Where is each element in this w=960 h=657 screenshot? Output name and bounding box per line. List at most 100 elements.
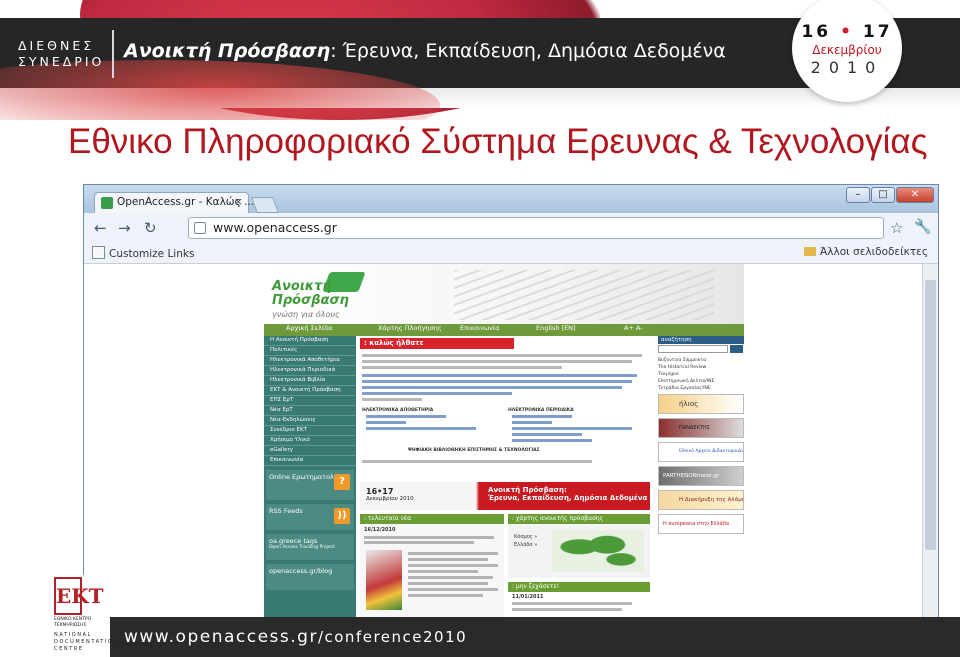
site-header-graphic [454, 270, 714, 320]
conference-name-line2: ΣΥΝΕΔΡΙΟ [18, 54, 105, 69]
link-line[interactable] [362, 392, 512, 395]
bookmark-customize-links[interactable]: Customize Links [92, 246, 194, 260]
side-menu-item[interactable]: eGallery [264, 446, 356, 456]
site-nav-contact[interactable]: Επικοινωνία [460, 324, 499, 332]
latest-news-box: 16/12/2010 [360, 524, 504, 619]
helios-button[interactable]: ήλιος [658, 394, 744, 414]
conference-banner[interactable]: 16•17 Δεκεμβρίου 2010 Ανοικτή Πρόσβαση: Έρ… [360, 482, 650, 510]
welcome-heading: : καλώς ήλθατε [360, 338, 514, 349]
search-go-button[interactable] [730, 345, 743, 353]
other-bookmarks[interactable]: Άλλοι σελιδοδείκτες [804, 246, 928, 258]
right-link[interactable]: The Historical Review [658, 365, 706, 370]
address-url[interactable]: www.openaccess.gr [213, 220, 337, 235]
text-line [408, 582, 488, 585]
new-tab-button[interactable] [251, 197, 279, 213]
banner-days: 16•17 [366, 487, 394, 496]
link-line[interactable] [512, 427, 632, 430]
site-nav-sitemap[interactable]: Χάρτης Πλοήγησης [378, 324, 442, 332]
banner-title: Ανοικτή Πρόσβαση: Έρευνα, Εκπαίδευση, Δημ… [488, 486, 647, 502]
world-map-image[interactable] [552, 530, 644, 572]
map-link-greece[interactable]: Ελλάδα » [514, 542, 537, 548]
link-line[interactable] [366, 415, 446, 418]
ekt-name-line2: ΤΕΚΜΗΡΙΩΣΗΣ [54, 623, 87, 628]
vertical-scrollbar[interactable] [922, 264, 938, 619]
site-nav-english[interactable]: English [EN] [536, 324, 576, 332]
alhambra-button[interactable]: Η Διακήρυξη της Αλάμπρα [658, 490, 744, 510]
text-line [408, 570, 478, 573]
side-menu-item[interactable]: Νέα ΕρΤ [264, 406, 356, 416]
browser-toolbar: ← → ↻ www.openaccess.gr ☆ 🔧 [84, 213, 938, 243]
side-menu-item[interactable]: Χρήσιμο Υλικό [264, 436, 356, 446]
browser-content: Ανοικτή Πρόσβαση γνώση για όλους Αρχική … [84, 264, 938, 619]
side-menu-item[interactable]: ΕΠΣ ΕρΤ [264, 396, 356, 406]
pandektis-button[interactable]: ΠΑΝΔΕΚΤΗΣ [658, 418, 744, 438]
map-link-world[interactable]: Κόσμος » [514, 534, 537, 540]
oa-map-heading: : χάρτης ανοικτής πρόσβασης [508, 514, 650, 524]
oa-map-box[interactable]: Κόσμος » Ελλάδα » [508, 524, 650, 578]
link-line[interactable] [362, 374, 637, 377]
banner-date: 16•17 Δεκεμβρίου 2010 [366, 487, 414, 502]
parthenon-button[interactable]: PARTHENONmeze.gr [658, 466, 744, 486]
page-icon [194, 222, 206, 234]
rss-feeds-box[interactable]: RSS Feeds)) [266, 504, 354, 530]
text-line [362, 460, 592, 463]
news-thumbnail[interactable] [366, 550, 402, 610]
browser-titlebar[interactable]: OpenAccess.gr - Καλώς ... × – □ ✕ [84, 185, 938, 213]
latest-news-heading: : τελευταία νέα [360, 514, 504, 524]
side-menu-item[interactable]: Ηλεκτρονικά Βιβλία [264, 376, 356, 386]
browser-tab-active[interactable]: OpenAccess.gr - Καλώς ... × [94, 192, 254, 213]
side-menu-item[interactable]: ΕΚΤ & Ανοικτή Πρόσβαση [264, 386, 356, 396]
side-menu-item[interactable]: Ηλεκτρονικά Αποθετήρια [264, 356, 356, 366]
close-window-button[interactable]: ✕ [896, 187, 934, 203]
conference-name-line1: ΔΙΕΘΝΕΣ [18, 38, 95, 53]
link-line[interactable] [366, 427, 476, 430]
maximize-button[interactable]: □ [871, 187, 895, 203]
right-link[interactable]: Βυζαντινά Σύμμεικτα [658, 358, 706, 363]
back-arrow-icon[interactable]: ← [94, 219, 107, 237]
date-year: 2010 [810, 58, 884, 77]
side-menu-item[interactable]: Συνέδριο ΕΚΤ [264, 426, 356, 436]
oa-greece-tags-box[interactable]: oa.greece tags Open Access Tracking Proje… [266, 534, 354, 560]
ekt-name-en-line2: DOCUMENTATION [54, 639, 119, 645]
link-line[interactable] [362, 380, 632, 383]
phd-archive-button[interactable]: Εθνικό Αρχείο Διδακτορικών [658, 442, 744, 462]
text-line [364, 541, 474, 544]
link-line[interactable] [362, 386, 622, 389]
wrench-icon[interactable]: 🔧 [914, 219, 931, 235]
tab-close-icon[interactable]: × [234, 195, 243, 208]
site-logo[interactable]: Ανοικτή Πρόσβαση γνώση για όλους [272, 280, 349, 322]
right-link[interactable]: Τεκμήριο [658, 372, 679, 377]
site-nav-home[interactable]: Αρχική Σελίδα [286, 324, 332, 332]
text-line [408, 564, 498, 567]
side-menu-item[interactable]: Επικοινωνία [264, 456, 356, 466]
link-line[interactable] [366, 421, 406, 424]
site-search-input[interactable] [658, 345, 728, 353]
link-line[interactable] [512, 439, 592, 442]
side-menu-item[interactable]: Η Ανοικτή Πρόσβαση [264, 336, 356, 346]
question-mark-icon: ? [334, 474, 350, 490]
scrollbar-thumb[interactable] [925, 280, 936, 550]
side-menu-item[interactable]: Πολιτικές [264, 346, 356, 356]
site-nav-fontsize[interactable]: A+ A- [624, 324, 643, 332]
text-line [408, 552, 498, 555]
conference-title-bold: Ανοικτή Πρόσβαση [124, 40, 331, 62]
link-line[interactable] [512, 433, 582, 436]
reload-icon[interactable]: ↻ [144, 219, 157, 237]
site-main: : καλώς ήλθατε ΗΛΕΚΤΡΟΝΙΚΑ ΑΠΟΘΕΤΗΡΙΑ ΗΛ… [358, 336, 652, 619]
forward-arrow-icon[interactable]: → [118, 219, 131, 237]
side-menu-item[interactable]: Ηλεκτρονικά Περιοδικά [264, 366, 356, 376]
side-menu-item[interactable]: Νέα-Εκδηλώσεις [264, 416, 356, 426]
right-link[interactable]: Επιστημονική Δελτίο/ΙΝΕ [658, 379, 714, 384]
europeana-button[interactable]: H europeana στην Ελλάδα [658, 514, 744, 534]
link-line[interactable] [512, 421, 552, 424]
right-link[interactable]: Τετράδια Εργασίας/ΙΝΕ [658, 386, 711, 391]
blog-box[interactable]: openaccess.gr/blog [266, 564, 354, 590]
banner-month: Δεκεμβρίου 2010 [366, 496, 414, 502]
star-icon[interactable]: ☆ [890, 219, 903, 237]
footer-url-domain: www.openaccess.gr [124, 627, 318, 647]
minimize-button[interactable]: – [846, 187, 870, 203]
online-questionnaire-box[interactable]: Online Ερωτηματολόγιο? [266, 470, 354, 500]
address-bar[interactable]: www.openaccess.gr [188, 217, 884, 239]
site-logo-tagline: γνώση για όλους [272, 310, 340, 319]
link-line[interactable] [512, 415, 572, 418]
